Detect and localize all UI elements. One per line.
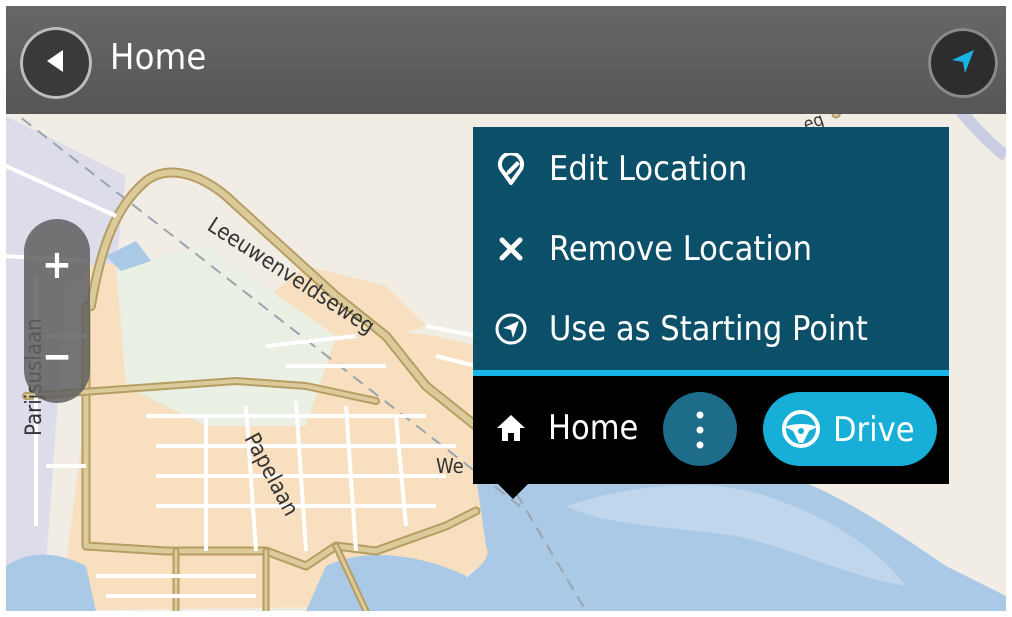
location-arrow-icon	[948, 46, 978, 80]
location-name: Home	[548, 408, 639, 448]
popup-footer: Home Drive	[473, 376, 949, 484]
zoom-out-button[interactable]: −	[24, 317, 90, 397]
menu-item-label: Use as Starting Point	[549, 309, 868, 349]
starting-point-icon	[493, 311, 529, 347]
drive-label: Drive	[833, 410, 915, 450]
map-label-we: We	[436, 454, 464, 478]
menu-item-label: Remove Location	[549, 229, 812, 269]
menu-item-label: Edit Location	[549, 149, 748, 189]
location-popup: Edit Location Remove Location Use as Sta…	[473, 127, 949, 499]
back-arrow-icon	[41, 46, 71, 80]
zoom-control: + −	[24, 219, 90, 403]
device-screen: Leeuwenveldseweg Papelaan Parijsuslaan W…	[6, 6, 1006, 611]
current-location-button[interactable]	[928, 28, 998, 98]
back-button[interactable]	[20, 27, 92, 99]
top-bar: Home	[6, 6, 1006, 114]
popup-pointer	[498, 484, 528, 499]
menu-item-remove-location[interactable]: Remove Location	[473, 209, 949, 289]
drive-button[interactable]: Drive	[763, 392, 937, 466]
more-options-button[interactable]	[663, 392, 737, 466]
menu-item-use-as-starting-point[interactable]: Use as Starting Point	[473, 289, 949, 369]
menu-item-edit-location[interactable]: Edit Location	[473, 129, 949, 209]
steering-wheel-icon	[781, 409, 821, 453]
more-vertical-icon	[696, 411, 704, 453]
zoom-in-button[interactable]: +	[24, 225, 90, 305]
page-title: Home	[110, 37, 207, 78]
close-icon	[493, 231, 529, 267]
edit-location-icon	[493, 151, 529, 187]
home-icon	[495, 413, 527, 447]
popup-menu: Edit Location Remove Location Use as Sta…	[473, 127, 949, 370]
